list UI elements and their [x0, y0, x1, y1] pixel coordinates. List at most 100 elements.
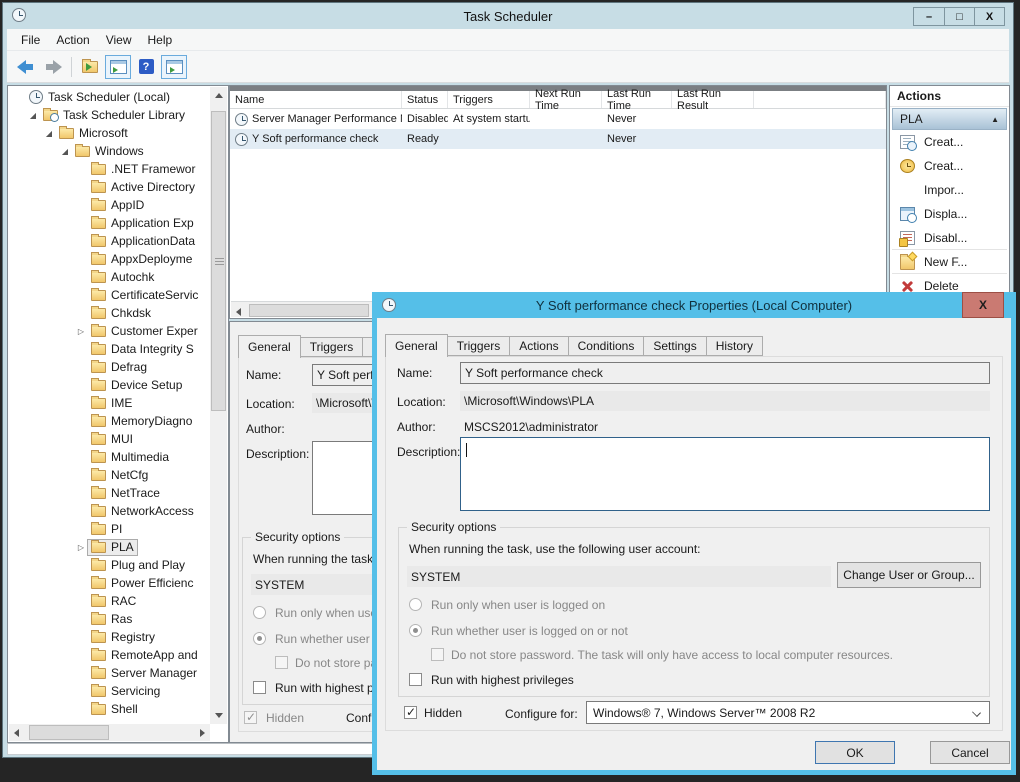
menu-item[interactable]: Help	[140, 31, 181, 49]
scroll-thumb[interactable]	[211, 111, 226, 411]
minimize-button[interactable]: –	[914, 8, 944, 25]
tree-item[interactable]: Server Manager	[9, 664, 210, 682]
scroll-thumb[interactable]	[249, 304, 369, 317]
tree-item[interactable]: .NET Framewor	[9, 160, 210, 178]
tree-item[interactable]: ApplicationData	[9, 232, 210, 250]
preview-hidden-checkbox[interactable]	[244, 711, 257, 724]
back-button[interactable]	[12, 55, 38, 79]
console-tree-toggle-button[interactable]	[105, 55, 131, 79]
forward-button[interactable]	[40, 55, 66, 79]
scroll-thumb[interactable]	[29, 725, 109, 740]
cancel-button[interactable]: Cancel	[930, 741, 1010, 764]
tree-item[interactable]: AppxDeployme	[9, 250, 210, 268]
tree-vertical-scrollbar[interactable]	[210, 87, 227, 724]
tree-item[interactable]: ▷ PLA	[9, 538, 210, 556]
action-pane-toggle-button[interactable]	[161, 55, 187, 79]
tree-item[interactable]: Defrag	[9, 358, 210, 376]
password-checkbox[interactable]	[431, 648, 444, 661]
action-item[interactable]: New F...	[892, 250, 1007, 274]
dialog-tab[interactable]: General	[385, 334, 448, 357]
tree-item[interactable]: Power Efficienc	[9, 574, 210, 592]
scroll-down-button[interactable]	[210, 707, 227, 724]
titlebar[interactable]: Task Scheduler – □ X	[3, 3, 1013, 29]
tree-expander-icon[interactable]: ◢	[59, 147, 71, 156]
tree-item[interactable]: Registry	[9, 628, 210, 646]
preview-tab[interactable]: Triggers	[301, 337, 364, 357]
preview-tab[interactable]: General	[238, 335, 301, 358]
action-item[interactable]: Creat...	[892, 130, 1007, 154]
action-item[interactable]: Impor...	[892, 178, 1007, 202]
tree-item[interactable]: ◢ Windows	[9, 142, 210, 160]
radio-run-logged-on[interactable]	[409, 598, 422, 611]
description-field[interactable]	[460, 437, 990, 511]
tree-item[interactable]: RAC	[9, 592, 210, 610]
tree-item[interactable]: Plug and Play	[9, 556, 210, 574]
scroll-left-button[interactable]	[231, 303, 247, 318]
collapse-icon[interactable]: ▲	[991, 115, 999, 124]
preview-password-checkbox[interactable]	[275, 656, 288, 669]
tree-item[interactable]: Multimedia	[9, 448, 210, 466]
tree-expander-icon[interactable]: ▷	[75, 327, 87, 336]
scroll-up-button[interactable]	[210, 87, 227, 104]
radio-run-whether[interactable]	[409, 624, 422, 637]
dialog-close-button[interactable]: X	[962, 292, 1004, 318]
column-header[interactable]: Last Run Time	[602, 91, 672, 108]
preview-radio-logged-on[interactable]	[253, 606, 266, 619]
preview-radio-whether[interactable]	[253, 632, 266, 645]
column-header[interactable]: Next Run Time	[530, 91, 602, 108]
tree-item[interactable]: Chkdsk	[9, 304, 210, 322]
tree-item[interactable]: NetTrace	[9, 484, 210, 502]
tree-item[interactable]: PI	[9, 520, 210, 538]
privileges-checkbox[interactable]	[409, 673, 422, 686]
preview-privileges-checkbox[interactable]	[253, 681, 266, 694]
scroll-left-button[interactable]	[9, 724, 26, 741]
tree-expander-icon[interactable]: ▷	[75, 543, 87, 552]
tree-item[interactable]: Ras	[9, 610, 210, 628]
tree-item[interactable]: AppID	[9, 196, 210, 214]
tree-item[interactable]: MemoryDiagno	[9, 412, 210, 430]
column-header[interactable]: Name	[230, 91, 402, 108]
tree-item[interactable]: Servicing	[9, 682, 210, 700]
action-item[interactable]: Displa...	[892, 202, 1007, 226]
change-user-button[interactable]: Change User or Group...	[837, 562, 981, 588]
tree-item[interactable]: IME	[9, 394, 210, 412]
tree-expander-icon[interactable]: ◢	[43, 129, 55, 138]
tree-item[interactable]: NetCfg	[9, 466, 210, 484]
tree-item[interactable]: MUI	[9, 430, 210, 448]
actions-group-header[interactable]: PLA ▲	[892, 108, 1007, 130]
tree-item[interactable]: Application Exp	[9, 214, 210, 232]
tree-item[interactable]: Task Scheduler (Local)	[9, 88, 210, 106]
column-header[interactable]: Triggers	[448, 91, 530, 108]
menu-item[interactable]: Action	[48, 31, 97, 49]
tree-item[interactable]: Autochk	[9, 268, 210, 286]
menu-item[interactable]: View	[98, 31, 140, 49]
action-item[interactable]: Disabl...	[892, 226, 1007, 250]
dialog-titlebar[interactable]: Y Soft performance check Properties (Loc…	[372, 292, 1016, 318]
help-button[interactable]	[133, 55, 159, 79]
tree-item[interactable]: Shell	[9, 700, 210, 718]
maximize-button[interactable]: □	[944, 8, 974, 25]
ok-button[interactable]: OK	[815, 741, 895, 764]
column-header[interactable]: Status	[402, 91, 448, 108]
column-header[interactable]: Last Run Result	[672, 91, 754, 108]
tree-item[interactable]: Data Integrity S	[9, 340, 210, 358]
tree-item[interactable]: NetworkAccess	[9, 502, 210, 520]
tree-horizontal-scrollbar[interactable]	[9, 724, 210, 741]
hidden-checkbox[interactable]	[404, 706, 417, 719]
dialog-tab[interactable]: Settings	[644, 336, 706, 356]
tree-item[interactable]: ▷ Customer Exper	[9, 322, 210, 340]
scroll-right-button[interactable]	[193, 724, 210, 741]
dialog-tab[interactable]: Actions	[510, 336, 568, 356]
tree-expander-icon[interactable]: ◢	[27, 111, 39, 120]
dialog-tab[interactable]: Triggers	[448, 336, 511, 356]
tree-item[interactable]: ◢ Microsoft	[9, 124, 210, 142]
tree-item[interactable]: Active Directory	[9, 178, 210, 196]
menu-item[interactable]: File	[13, 31, 48, 49]
close-button[interactable]: X	[974, 8, 1004, 25]
action-item[interactable]: Creat...	[892, 154, 1007, 178]
tree-item[interactable]: RemoteApp and	[9, 646, 210, 664]
task-row[interactable]: Y Soft performance check Ready Never	[230, 129, 886, 149]
dialog-tab[interactable]: History	[707, 336, 763, 356]
tree-item[interactable]: ◢ Task Scheduler Library	[9, 106, 210, 124]
tree-item[interactable]: CertificateServic	[9, 286, 210, 304]
